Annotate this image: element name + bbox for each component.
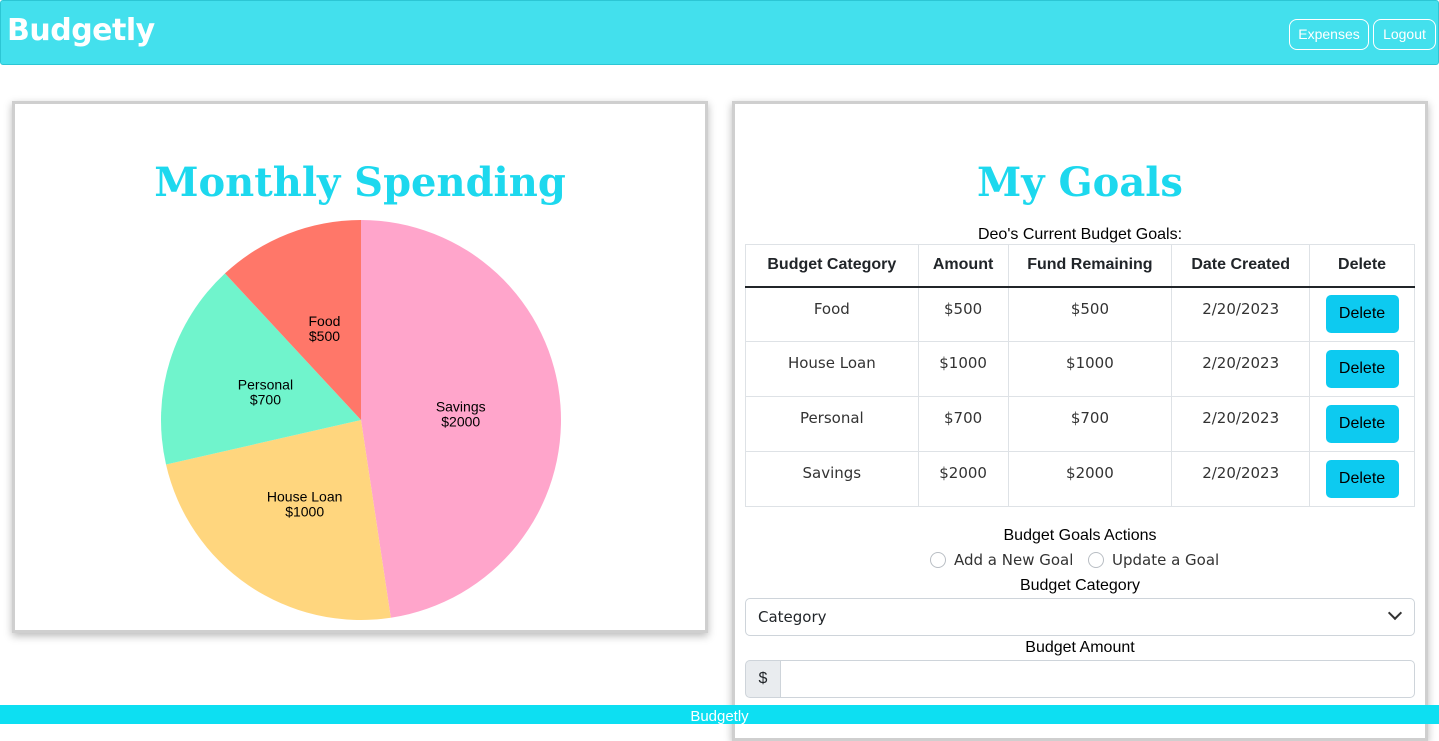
delete-button[interactable]: Delete (1325, 405, 1399, 443)
update-goal-radio[interactable]: Update a Goal (1088, 551, 1219, 569)
cell-amount: $1000 (917, 341, 1009, 397)
table-row: Savings $2000 $2000 2/20/2023 Delete (745, 451, 1415, 507)
pie-label-house-loan: House Loan (267, 489, 343, 505)
update-goal-radio-label: Update a Goal (1112, 551, 1220, 569)
cell-amount: $500 (917, 286, 1009, 342)
monthly-spending-card: Monthly Spending Savings $2000 House Loan $… (12, 101, 708, 633)
delete-button[interactable]: Delete (1325, 460, 1399, 498)
goals-table: Budget Category Amount Fund Remaining Da… (745, 244, 1415, 507)
spending-pie-chart: Savings$2000 House Loan$1000 Personal$700 F… (161, 220, 561, 620)
my-goals-card: My Goals Deo's Current Budget Goals: Bud… (732, 101, 1428, 741)
goal-actions-label: Budget Goals Actions (1003, 527, 1157, 544)
cell-category: Savings (745, 451, 919, 507)
cell-amount: $2000 (917, 451, 1009, 507)
cell-remaining: $700 (1007, 396, 1173, 452)
delete-button[interactable]: Delete (1325, 295, 1399, 334)
delete-button[interactable]: Delete (1325, 350, 1399, 388)
cell-date: 2/20/2023 (1171, 396, 1311, 452)
pie-value-personal: $700 (250, 392, 281, 408)
cell-date: 2/20/2023 (1171, 286, 1311, 342)
add-goal-radio[interactable]: Add a New Goal (930, 551, 1073, 569)
expenses-button[interactable]: Expenses (1289, 19, 1369, 50)
cell-remaining: $1000 (1007, 341, 1173, 397)
column-header-fund-remaining: Fund Remaining (1007, 244, 1173, 288)
table-row: Personal $700 $700 2/20/2023 Delete (745, 396, 1415, 452)
pie-label-food: Food (309, 313, 341, 329)
pie-value-food: $500 (309, 328, 340, 344)
cell-category: House Loan (745, 341, 919, 397)
pie-value-savings: $2000 (441, 414, 480, 430)
budget-amount-input[interactable] (780, 660, 1415, 698)
column-header-date-created: Date Created (1171, 244, 1311, 288)
budget-amount-label: Budget Amount (1025, 639, 1135, 656)
column-header-delete: Delete (1309, 244, 1415, 288)
budget-category-selected-value: Category (758, 608, 827, 626)
pie-value-house-loan: $1000 (285, 504, 324, 520)
add-goal-radio-label: Add a New Goal (954, 551, 1074, 569)
logout-button[interactable]: Logout (1373, 19, 1436, 50)
budget-amount-input-group: $ (745, 660, 1415, 698)
cell-remaining: $500 (1007, 286, 1173, 342)
chevron-down-icon (1387, 605, 1403, 621)
brand-logo[interactable]: Budgetly (7, 13, 155, 48)
cell-category: Personal (745, 396, 919, 452)
column-header-amount: Amount (917, 244, 1009, 288)
footer: Budgetly (0, 705, 1439, 725)
goals-table-header-row: Budget Category Amount Fund Remaining Da… (745, 244, 1415, 288)
pie-label-savings: Savings (436, 399, 486, 415)
radio-circle-icon[interactable] (1088, 552, 1104, 568)
my-goals-title: My Goals (977, 159, 1183, 206)
budget-category-select[interactable]: Category (745, 598, 1415, 636)
cell-date: 2/20/2023 (1171, 451, 1311, 507)
radio-circle-icon[interactable] (930, 552, 946, 568)
cell-remaining: $2000 (1007, 451, 1173, 507)
cell-amount: $700 (917, 396, 1009, 452)
table-row: House Loan $1000 $1000 2/20/2023 Delete (745, 341, 1415, 397)
top-navbar: Budgetly Expenses Logout (0, 0, 1439, 65)
cell-date: 2/20/2023 (1171, 341, 1311, 397)
currency-addon: $ (745, 660, 781, 698)
cell-category: Food (745, 286, 919, 342)
table-row: Food $500 $500 2/20/2023 Delete (745, 286, 1415, 342)
monthly-spending-title: Monthly Spending (154, 159, 566, 206)
column-header-category: Budget Category (745, 244, 919, 288)
pie-label-personal: Personal (238, 377, 293, 393)
budget-category-label: Budget Category (1019, 577, 1141, 594)
goals-table-caption: Deo's Current Budget Goals: (977, 226, 1183, 243)
